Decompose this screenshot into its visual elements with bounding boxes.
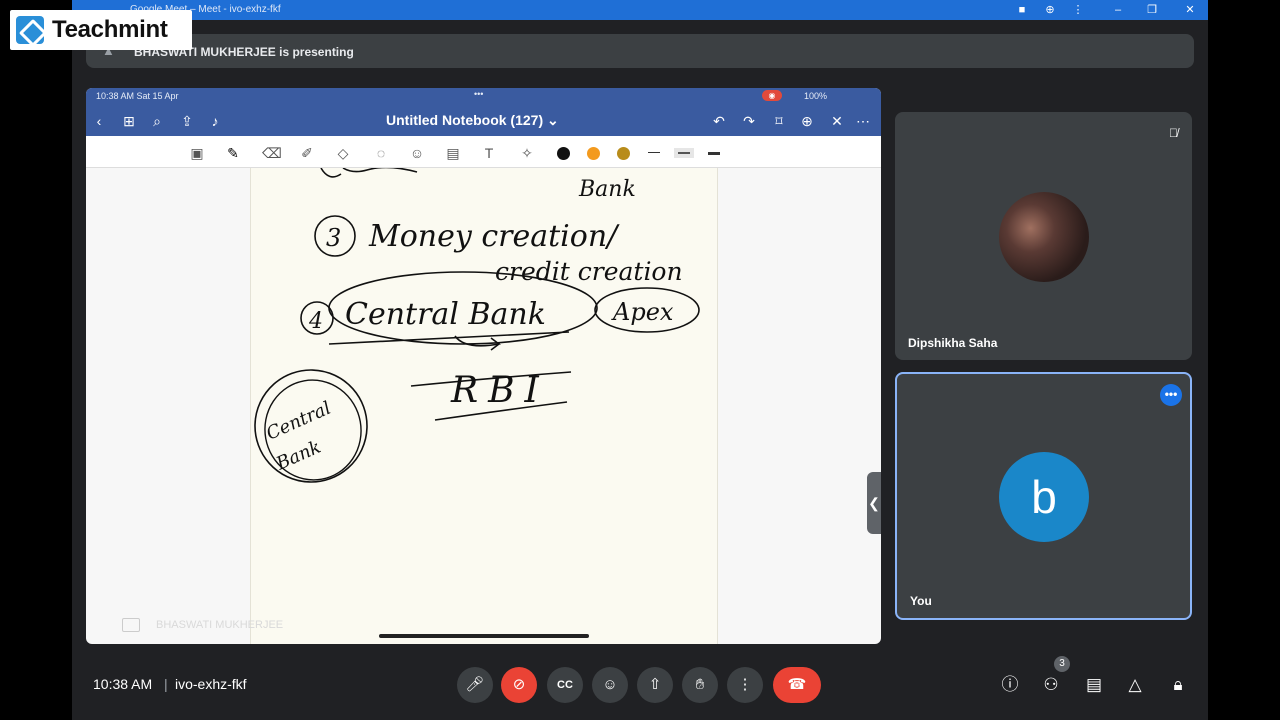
mic-off-icon: 🎙̸ — [1169, 126, 1178, 140]
text-icon[interactable]: T — [480, 144, 498, 162]
clock: 10:38 AM — [93, 676, 153, 692]
shapes-icon[interactable]: ◇ — [334, 144, 352, 162]
chat-icon[interactable]: ▤ — [1082, 673, 1106, 697]
participant-name: Dipshikha Saha — [908, 336, 998, 350]
search-icon[interactable]: ⌕ — [148, 112, 166, 130]
grid-icon[interactable]: ⊞ — [120, 112, 138, 130]
close-icon[interactable]: ✕ — [1182, 2, 1198, 18]
logo-text: Teachmint — [52, 16, 168, 43]
people-icon[interactable]: ⚇ — [1039, 673, 1063, 697]
more-icon[interactable]: ⋯ — [854, 112, 872, 130]
drawing-tools: ▣ ✎ ⌫ ✐ ◇ ◌ ☺ ▤ T ✧ — [86, 136, 881, 168]
home-indicator — [379, 634, 589, 638]
captions-button[interactable]: CC — [547, 667, 583, 703]
title-chevron-icon: ⌄ — [547, 112, 559, 128]
people-count-badge: 3 — [1054, 656, 1070, 672]
note-rbi: RBI — [450, 370, 549, 411]
teachmint-logo-icon — [16, 16, 44, 44]
redo-icon[interactable]: ↷ — [740, 112, 758, 130]
host-controls-icon[interactable]: 🔒︎ — [1166, 673, 1190, 697]
leave-call-button[interactable]: ☎︎ — [773, 667, 821, 703]
presenter-name-label: BHASWATI MUKHERJEE — [156, 619, 284, 631]
microphone-button[interactable]: 🎤︎ — [457, 667, 493, 703]
close-notebook-icon[interactable]: ✕ — [828, 112, 846, 130]
microphone-icon[interactable]: ♪ — [206, 112, 224, 130]
notebook-page[interactable]: Bank 3 Money creation/ credit creation 4… — [250, 168, 718, 644]
menu-icon[interactable]: ⋮ — [1070, 2, 1086, 18]
self-tile[interactable]: ••• b You — [895, 372, 1192, 620]
meeting-info-icon[interactable]: ⓘ — [998, 673, 1022, 697]
ipad-time: 10:38 AM Sat 15 Apr — [96, 91, 179, 101]
minimize-icon[interactable]: – — [1110, 2, 1126, 18]
participant-tile[interactable]: 🎙̸ Dipshikha Saha — [895, 112, 1192, 360]
color-black[interactable] — [557, 147, 570, 160]
meet-window: Google Meet – Meet - ivo-exhz-fkf ■ ⊕ ⋮ … — [72, 0, 1208, 720]
add-page-icon[interactable]: ⊕ — [798, 112, 816, 130]
laser-icon[interactable]: ✧ — [518, 144, 536, 162]
note-circle-line1: Central — [263, 398, 334, 445]
expand-panel-handle[interactable]: ❮ — [867, 472, 881, 534]
note-item4-number: 4 — [308, 309, 323, 334]
participant-photo — [999, 192, 1089, 282]
note-item3-line1: Money creation/ — [368, 219, 620, 254]
note-apex: Apex — [611, 298, 674, 326]
separator: | — [164, 676, 168, 692]
ipad-status-bar: 10:38 AM Sat 15 Apr ••• ◉ 100% — [86, 88, 881, 104]
note-fragment: Bank — [578, 177, 636, 202]
image-lasso-icon[interactable]: ▣ — [188, 144, 206, 162]
activities-icon[interactable]: △ — [1123, 673, 1147, 697]
color-orange[interactable] — [587, 147, 600, 160]
emoji-button[interactable]: ☺ — [592, 667, 628, 703]
back-icon[interactable]: ‹ — [90, 112, 108, 130]
image-icon[interactable]: ▤ — [444, 144, 462, 162]
present-button[interactable]: ⇧ — [637, 667, 673, 703]
bookmark-icon[interactable]: ⌑ — [770, 112, 788, 130]
stroke-thin[interactable] — [648, 152, 660, 153]
battery-level: 100% — [804, 91, 828, 101]
camera-indicator-icon[interactable]: ■ — [1014, 2, 1030, 18]
stroke-thick[interactable] — [708, 152, 720, 155]
presenter-screen-icon — [122, 618, 140, 632]
handwritten-notes: Bank 3 Money creation/ credit creation 4… — [254, 168, 700, 483]
meeting-code[interactable]: ivo-exhz-fkf — [175, 676, 247, 692]
restore-icon[interactable]: ❐ — [1144, 2, 1160, 18]
notebook-title[interactable]: Untitled Notebook (127) ⌄ — [386, 112, 559, 129]
note-circle-line2: Bank — [272, 437, 324, 475]
notebook-toolbar: ‹ ⊞ ⌕ ⇪ ♪ Untitled Notebook (127) ⌄ ↶ ↷ … — [86, 104, 881, 136]
presenting-banner: ▲ BHASWATI MUKHERJEE is presenting — [86, 34, 1194, 68]
camera-off-button[interactable]: ⊘ — [501, 667, 537, 703]
stroke-medium[interactable] — [674, 148, 694, 158]
teachmint-logo: Teachmint — [10, 10, 192, 50]
sticker-icon[interactable]: ☺ — [408, 144, 426, 162]
color-gold[interactable] — [617, 147, 630, 160]
shared-screen: 10:38 AM Sat 15 Apr ••• ◉ 100% ‹ ⊞ ⌕ ⇪ ♪… — [86, 88, 881, 644]
highlighter-icon[interactable]: ✐ — [298, 144, 316, 162]
zoom-icon[interactable]: ⊕ — [1042, 2, 1058, 18]
undo-icon[interactable]: ↶ — [710, 112, 728, 130]
raise-hand-button[interactable]: ✋︎ — [682, 667, 718, 703]
note-central-bank: Central Bank — [345, 297, 546, 332]
lasso-icon[interactable]: ◌ — [372, 144, 390, 162]
note-item3-line2: credit creation — [495, 257, 683, 286]
self-avatar: b — [999, 452, 1089, 542]
pen-icon[interactable]: ✎ — [224, 144, 242, 162]
note-item3-number: 3 — [326, 224, 341, 252]
ipad-multitask-dots: ••• — [474, 89, 484, 99]
eraser-icon[interactable]: ⌫ — [262, 144, 282, 162]
browser-title-bar: Google Meet – Meet - ivo-exhz-fkf ■ ⊕ ⋮ … — [72, 0, 1208, 20]
share-icon[interactable]: ⇪ — [178, 112, 196, 130]
recording-icon: ◉ — [762, 90, 782, 101]
self-name: You — [910, 594, 932, 608]
more-options-icon[interactable]: ••• — [1160, 384, 1182, 406]
more-options-button[interactable]: ⋮ — [727, 667, 763, 703]
